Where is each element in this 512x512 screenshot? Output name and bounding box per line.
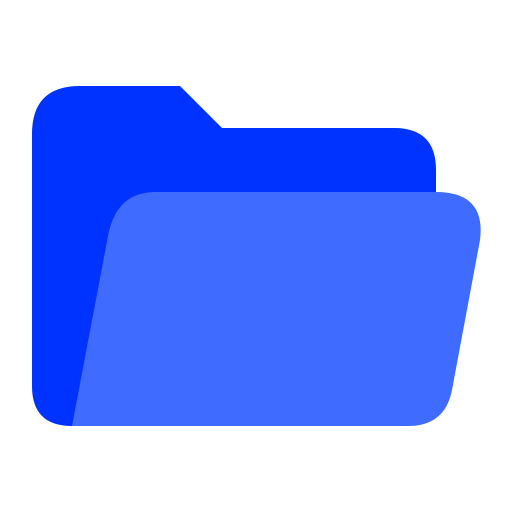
folder-front-panel [72,192,481,426]
icon-canvas [0,0,512,512]
open-folder-icon [32,86,481,426]
